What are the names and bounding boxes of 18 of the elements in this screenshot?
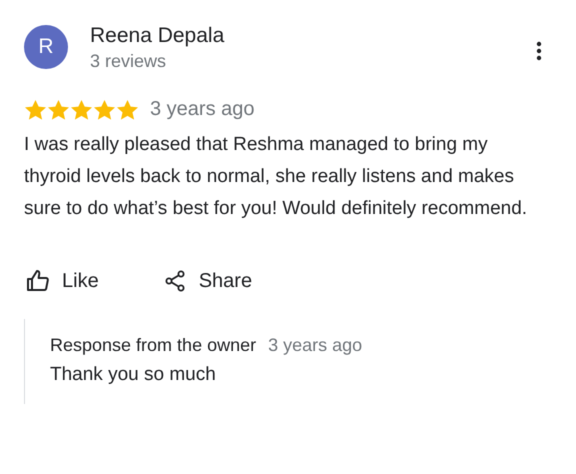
avatar: R [24,25,68,69]
review-count: 3 reviews [90,50,168,73]
review-time: 3 years ago [150,98,255,121]
reviewer-name: Reena Depala [90,23,226,49]
response-time: 3 years ago [268,335,362,356]
review-text: I was really pleased that Reshma managed to bring my thyroid levels back to normal, she really listens and makes sure to do what’s best for you! Would definitely recommend. [24,133,528,221]
star-icon [47,98,70,120]
star-icon [24,98,47,120]
like-button[interactable]: Like [8,263,115,299]
response-title: Response from the owner [50,335,256,356]
star-icon [70,98,93,120]
share-button[interactable]: Share [144,263,268,299]
share-icon [162,269,187,293]
more-icon [536,41,542,61]
star-icon [93,98,116,120]
thumbs-up-icon [26,269,50,293]
response-text: Thank you so much [50,364,217,386]
star-icon [116,98,139,120]
